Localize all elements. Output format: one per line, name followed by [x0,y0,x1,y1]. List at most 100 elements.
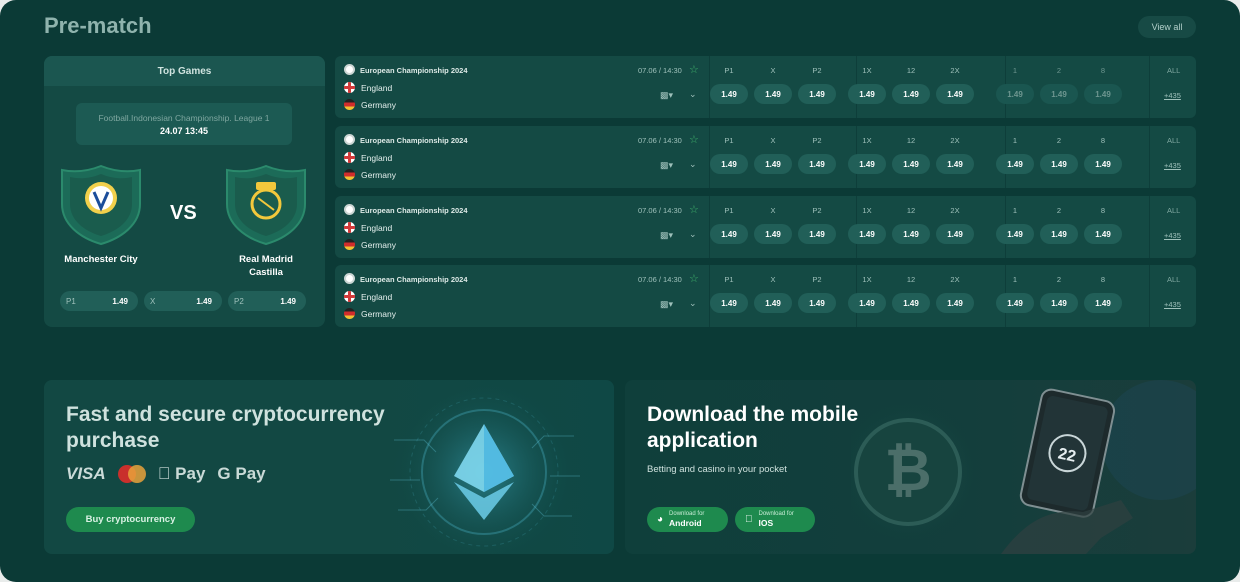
odds-button[interactable]: 1.49 [798,154,836,174]
match-league: European Championship 2024 [360,66,468,75]
all-markets-header: ALL [1167,66,1181,75]
odd-value: 1.49 [196,296,212,306]
odds-button[interactable]: 1.49 [996,293,1034,313]
odds-column-header: 2X [950,136,960,145]
odds-button[interactable]: 1.49 [1084,224,1122,244]
germany-flag-icon [344,99,355,110]
odds-button[interactable]: 1.49 [798,84,836,104]
odds-column-header: 1 [1012,206,1018,215]
odds-button[interactable]: 1.49 [754,224,792,244]
odds-button[interactable]: 1.49 [754,84,792,104]
odds-button[interactable]: 1.49 [754,154,792,174]
team-away: Germany [361,100,396,110]
odds-button[interactable]: 1.49 [1084,84,1122,104]
odds-button[interactable]: 1.49 [1040,224,1078,244]
column-divider [1149,196,1150,258]
mobile-app-banner: ₿ 22 Download the mobile application Bet… [625,380,1196,554]
match-time: 07.06 / 14:30 [638,136,682,145]
odds-button[interactable]: 1.49 [848,84,886,104]
more-markets-link[interactable]: +435 [1164,91,1181,100]
odds-button[interactable]: 1.49 [892,84,930,104]
top-game-odd-p2[interactable]: P2 1.49 [228,291,306,311]
odds-button[interactable]: 1.49 [936,293,974,313]
odds-column-header: 1 [1012,66,1018,75]
apple-icon:  [158,464,171,483]
home-team-crest-icon [61,164,141,246]
apple-icon:  [745,514,753,525]
odds-column-header: P2 [812,136,822,145]
odds-button[interactable]: 1.49 [798,293,836,313]
more-markets-link[interactable]: +435 [1164,300,1181,309]
odds-button[interactable]: 1.49 [1040,293,1078,313]
odds-button[interactable]: 1.49 [1040,84,1078,104]
chevron-down-icon[interactable]: ⌄ [689,89,697,100]
odds-column-header: X [770,275,776,284]
odds-button[interactable]: 1.49 [1084,154,1122,174]
odds-button[interactable]: 1.49 [936,84,974,104]
odds-column-header: 2 [1056,206,1062,215]
chevron-down-icon[interactable]: ⌄ [689,229,697,240]
download-android-button[interactable]: ◕ Download for Android [647,507,728,532]
odds-column-header: P1 [724,136,734,145]
favorite-star-icon[interactable]: ☆ [689,272,699,285]
odds-button[interactable]: 1.49 [996,224,1034,244]
match-row[interactable]: European Championship 2024 07.06 / 14:30 ☆… [335,126,1196,188]
odds-button[interactable]: 1.49 [936,224,974,244]
odds-column-header: P1 [724,66,734,75]
match-row[interactable]: European Championship 2024 07.06 / 14:30 ☆… [335,56,1196,118]
android-icon: ◕ [657,514,664,525]
buy-cryptocurrency-button[interactable]: Buy cryptocurrency [66,507,195,532]
odds-button[interactable]: 1.49 [754,293,792,313]
odds-button[interactable]: 1.49 [936,154,974,174]
match-info-box: Football.Indonesian Championship. League… [76,103,292,145]
odds-column-header: 2 [1056,136,1062,145]
odds-column-header: 1 [1012,275,1018,284]
england-flag-icon [344,152,355,163]
odds-button[interactable]: 1.49 [1040,154,1078,174]
stats-chart-icon[interactable]: ▩▾ [660,160,673,171]
favorite-star-icon[interactable]: ☆ [689,203,699,216]
odds-button[interactable]: 1.49 [892,293,930,313]
crypto-banner-title: Fast and secure cryptocurrency purchase [66,403,385,452]
odds-button[interactable]: 1.49 [996,154,1034,174]
odds-button[interactable]: 1.49 [892,154,930,174]
odds-column-header: 1X [862,136,872,145]
match-row[interactable]: European Championship 2024 07.06 / 14:30 ☆… [335,196,1196,258]
odds-button[interactable]: 1.49 [710,84,748,104]
versus-label: VS [170,202,197,224]
team-home: England [361,153,393,163]
favorite-star-icon[interactable]: ☆ [689,63,699,76]
odds-column-header: 8 [1100,275,1106,284]
page-title: Pre-match [44,13,152,38]
ios-button-text: Download for IOS [751,511,794,528]
favorite-star-icon[interactable]: ☆ [689,133,699,146]
more-markets-link[interactable]: +435 [1164,231,1181,240]
odds-button[interactable]: 1.49 [710,154,748,174]
odds-button[interactable]: 1.49 [892,224,930,244]
stats-chart-icon[interactable]: ▩▾ [660,90,673,101]
odds-button[interactable]: 1.49 [1084,293,1122,313]
odds-button[interactable]: 1.49 [848,293,886,313]
match-time: 07.06 / 14:30 [638,275,682,284]
stats-chart-icon[interactable]: ▩▾ [660,299,673,310]
chevron-down-icon[interactable]: ⌄ [689,159,697,170]
odds-button[interactable]: 1.49 [710,293,748,313]
view-all-button[interactable]: View all [1138,16,1196,38]
ethereum-icon [390,380,580,554]
more-markets-link[interactable]: +435 [1164,161,1181,170]
odds-column-header: 1X [862,275,872,284]
odds-button[interactable]: 1.49 [848,154,886,174]
match-row[interactable]: European Championship 2024 07.06 / 14:30 ☆… [335,265,1196,327]
top-game-odd-x[interactable]: X 1.49 [144,291,222,311]
top-game-odd-p1[interactable]: P1 1.49 [60,291,138,311]
odds-button[interactable]: 1.49 [798,224,836,244]
svg-text:₿: ₿ [884,438,931,503]
download-ios-button[interactable]:  Download for IOS [735,507,815,532]
visa-logo: VISA [66,464,106,483]
chevron-down-icon[interactable]: ⌄ [689,298,697,309]
odds-button[interactable]: 1.49 [996,84,1034,104]
stats-chart-icon[interactable]: ▩▾ [660,230,673,241]
odds-button[interactable]: 1.49 [848,224,886,244]
odds-button[interactable]: 1.49 [710,224,748,244]
odds-column-header: 2X [950,206,960,215]
